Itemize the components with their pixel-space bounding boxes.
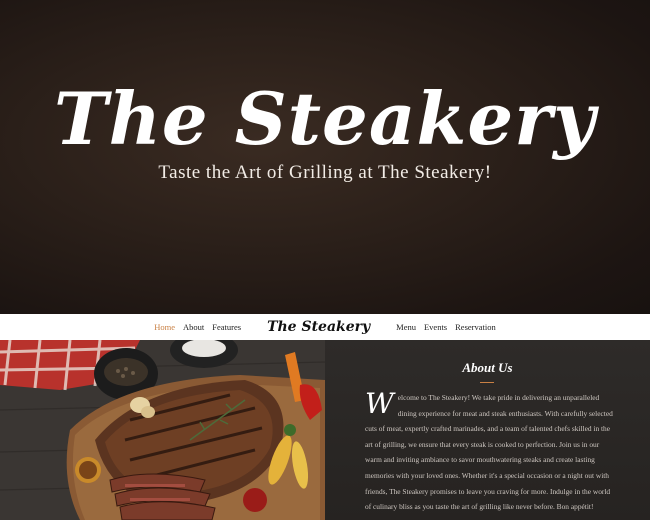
about-title: About Us [462, 360, 513, 375]
about-text: elcome to The Steakery! We take pride in… [365, 393, 613, 512]
about-section: About Us W elcome to The Steakery! We ta… [325, 340, 650, 520]
hero-title: The Steakery [54, 76, 596, 161]
hero-tagline: Taste the Art of Grilling at The Steaker… [158, 162, 492, 183]
nav-left-group: Home About Features [150, 322, 245, 332]
nav-right-group: Menu Events Reservation [392, 322, 500, 332]
nav-item-home[interactable]: Home [154, 322, 175, 332]
steak-illustration [0, 340, 325, 520]
hero-banner: The Steakery Taste the Art of Grilling a… [0, 0, 650, 314]
nav-item-reservation[interactable]: Reservation [455, 322, 496, 332]
nav-item-about[interactable]: About [183, 322, 204, 332]
nav-item-events[interactable]: Events [424, 322, 447, 332]
main-navbar: Home About Features The Steakery Menu Ev… [0, 314, 650, 340]
about-body: W elcome to The Steakery! We take pride … [365, 390, 615, 515]
about-dropcap: W [365, 387, 394, 420]
steak-photo [0, 340, 325, 520]
about-divider [480, 382, 494, 383]
nav-item-menu[interactable]: Menu [396, 322, 416, 332]
nav-logo[interactable]: The Steakery [267, 319, 370, 335]
nav-item-features[interactable]: Features [212, 322, 241, 332]
